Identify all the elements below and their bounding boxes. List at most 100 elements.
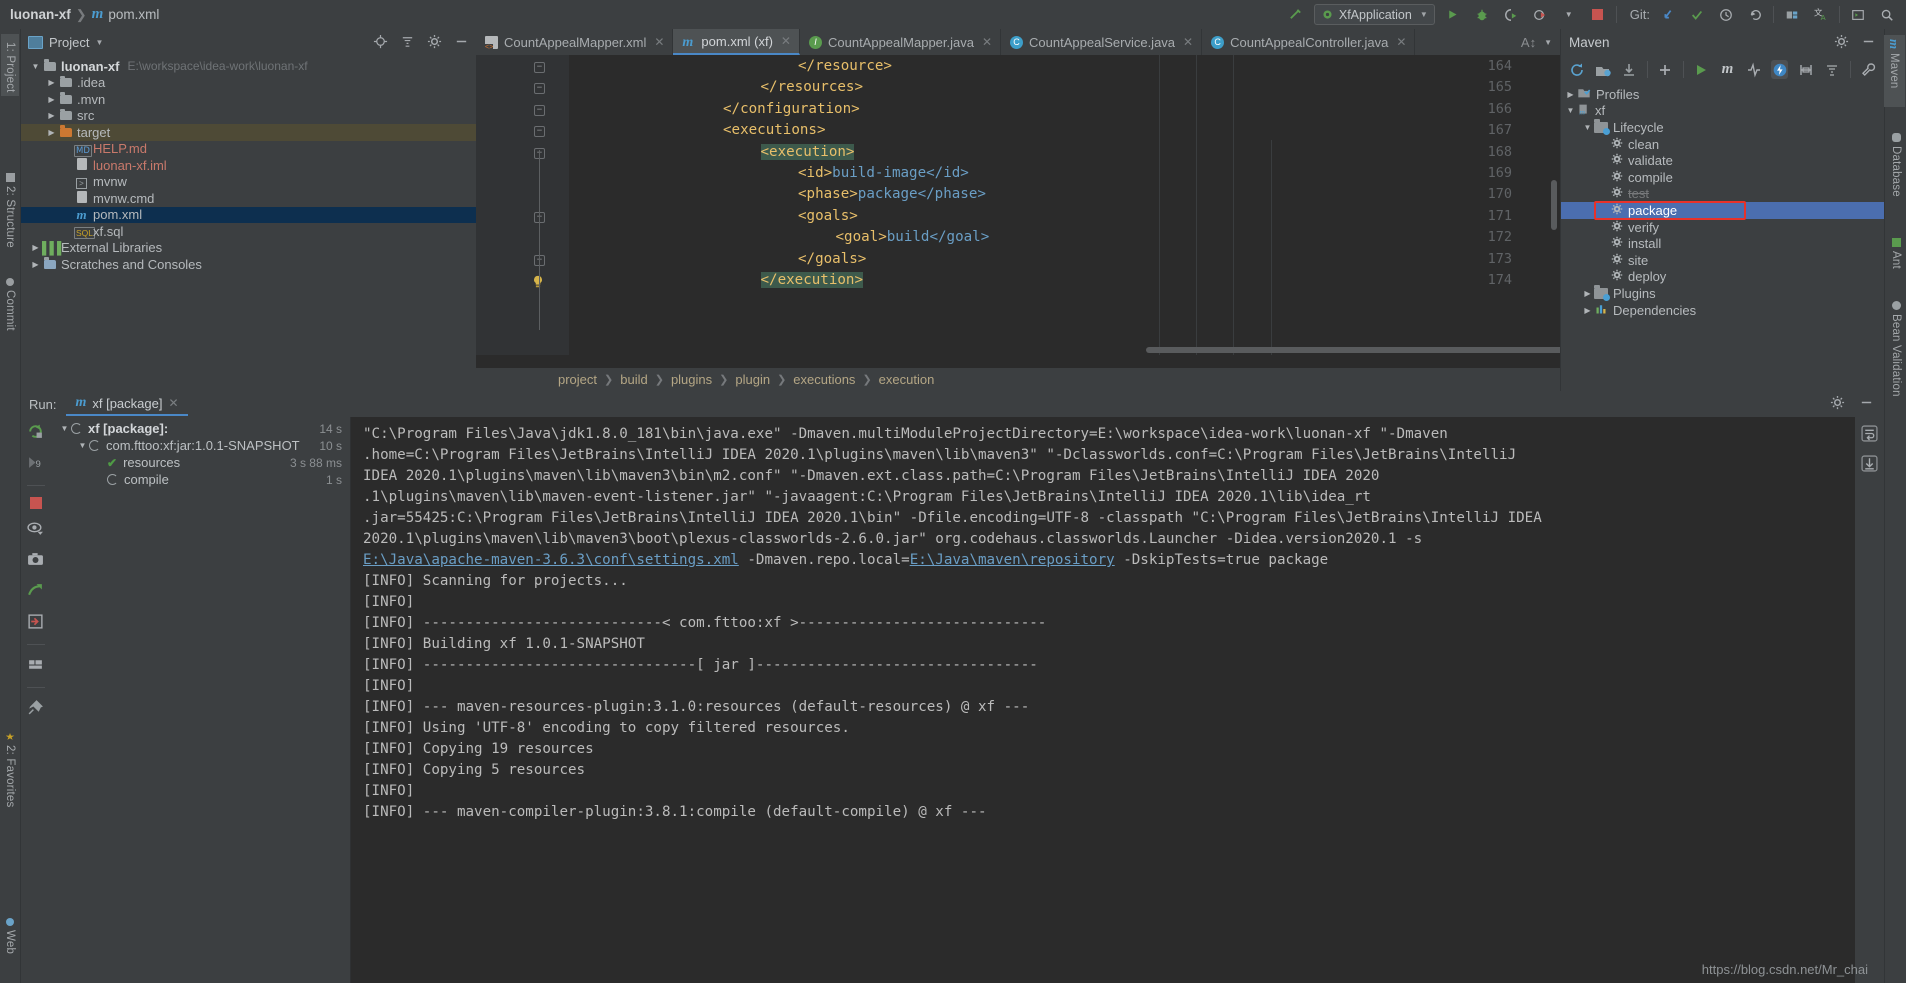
code-line[interactable]: </resource>: [573, 58, 892, 74]
search-icon[interactable]: [1876, 4, 1898, 26]
add-icon[interactable]: [1657, 60, 1674, 79]
print-icon[interactable]: [27, 656, 44, 676]
sidebar-item-favorites[interactable]: 2: Favorites: [1, 729, 19, 811]
export-thread-icon[interactable]: [27, 582, 44, 602]
maven-tree-item[interactable]: package: [1561, 201, 1884, 221]
terminal-icon[interactable]: [1847, 4, 1869, 26]
editor-tab-strip[interactable]: CountAppealMapper.xml ✕ m pom.xml (xf) ✕ I Cou…: [476, 29, 1560, 55]
project-tree-item[interactable]: ▶ ▌▌▌ External Libraries: [21, 240, 476, 257]
chevron-down-icon[interactable]: ▼: [1558, 4, 1580, 26]
editor-tab[interactable]: C CountAppealController.java ✕: [1202, 29, 1416, 55]
fold-toggle-icon[interactable]: −: [534, 83, 545, 95]
close-icon[interactable]: ✕: [982, 35, 992, 49]
breadcrumb-file[interactable]: pom.xml: [108, 7, 159, 22]
tree-expander-icon[interactable]: ▶: [45, 111, 58, 120]
sidebar-item-project[interactable]: 1: Project: [1, 34, 19, 96]
project-tree-item[interactable]: ▶ luonan-xf.iml: [21, 157, 476, 174]
reload-icon[interactable]: [1568, 60, 1585, 79]
editor-breadcrumb-item[interactable]: executions: [793, 372, 855, 387]
close-icon[interactable]: ✕: [1396, 35, 1406, 49]
code-line[interactable]: <execution>: [573, 143, 855, 160]
stop-icon[interactable]: [29, 497, 42, 509]
tree-expander-icon[interactable]: ▶: [29, 243, 42, 252]
project-tree-item[interactable]: ▶ mvnw.cmd: [21, 190, 476, 207]
editor-breadcrumb-item[interactable]: project: [558, 372, 597, 387]
breadcrumb-project[interactable]: luonan-xf: [10, 7, 71, 22]
code-line[interactable]: </execution>: [573, 272, 863, 288]
rerun-failed-icon[interactable]: 9: [27, 454, 44, 474]
tree-expander-icon[interactable]: ▶: [61, 144, 74, 153]
tree-expander-icon[interactable]: ▶: [1581, 306, 1594, 315]
tree-expander-icon[interactable]: ▶: [94, 475, 107, 484]
settings-xml-link[interactable]: E:\Java\apache-maven-3.6.3\conf\settings…: [363, 552, 739, 568]
close-icon[interactable]: ✕: [654, 35, 664, 49]
settings-gear-icon[interactable]: [1834, 34, 1849, 52]
tree-expander-icon[interactable]: ▶: [1581, 289, 1594, 298]
editor-breadcrumb-item[interactable]: plugins: [671, 372, 712, 387]
code-line[interactable]: <id>build-image</id>: [573, 165, 969, 181]
run-button[interactable]: [1442, 4, 1464, 26]
editor-tab[interactable]: m pom.xml (xf) ✕: [673, 29, 800, 55]
editor-gutter[interactable]: [476, 55, 569, 355]
tree-expander-icon[interactable]: ▶: [61, 194, 74, 203]
sidebar-item-commit[interactable]: Commit: [1, 274, 19, 337]
git-update-icon[interactable]: [1657, 4, 1679, 26]
project-tree-item[interactable]: ▶MDHELP.md: [21, 141, 476, 158]
code-line[interactable]: <goal>build</goal>: [573, 229, 990, 245]
toggle-offline-icon[interactable]: [1771, 60, 1789, 79]
maven-tree-item[interactable]: install: [1561, 235, 1884, 252]
editor-vertical-scrollbar[interactable]: [1551, 180, 1557, 230]
maven-tree-item[interactable]: site: [1561, 252, 1884, 269]
project-tree-item[interactable]: ▶ src: [21, 108, 476, 125]
tree-expander-icon[interactable]: ▶: [61, 177, 74, 186]
export-output-icon[interactable]: [27, 613, 44, 633]
chevron-down-icon[interactable]: ▼: [1544, 38, 1552, 47]
pin-icon[interactable]: [27, 699, 44, 719]
project-tree-item[interactable]: ▶>mvnw: [21, 174, 476, 191]
maven-tree-item[interactable]: ▼ m xf: [1561, 103, 1884, 120]
debug-button[interactable]: [1471, 4, 1493, 26]
maven-tree[interactable]: ▶ Profiles ▼ m xf ▼ Lifecycle clean validate comp…: [1561, 83, 1884, 318]
scroll-to-end-icon[interactable]: [1861, 455, 1878, 475]
maven-tree-item[interactable]: compile: [1561, 169, 1884, 186]
tree-expander-icon[interactable]: ▼: [1581, 123, 1594, 132]
run-console-output[interactable]: "C:\Program Files\Java\jdk1.8.0_181\bin\…: [351, 417, 1884, 983]
maven-tree-item[interactable]: clean: [1561, 136, 1884, 153]
editor-horizontal-scrollbar[interactable]: [1146, 347, 1560, 353]
tree-expander-icon[interactable]: ▼: [29, 62, 42, 71]
sidebar-item-structure[interactable]: 2: Structure: [1, 169, 19, 253]
toggle-skip-tests-icon[interactable]: [1745, 60, 1762, 79]
run-with-coverage-icon[interactable]: [1500, 4, 1522, 26]
code-line[interactable]: </resources>: [573, 79, 864, 95]
fold-toggle-icon[interactable]: −: [534, 62, 545, 73]
maven-tree-item[interactable]: test: [1561, 186, 1884, 203]
settings-gear-icon[interactable]: [1830, 395, 1845, 413]
sidebar-item-web[interactable]: Web: [1, 914, 19, 958]
run-maven-goal-icon[interactable]: [1693, 60, 1710, 79]
maven-repository-link[interactable]: E:\Java\maven\repository: [910, 552, 1115, 568]
code-line[interactable]: </goals>: [573, 251, 866, 267]
sidebar-item-bean-validation[interactable]: Bean Validation: [1887, 297, 1905, 415]
project-tree-item[interactable]: ▶SQLxf.sql: [21, 223, 476, 240]
project-tree[interactable]: ▼ luonan-xf E:\workspace\idea-work\luonan-…: [21, 56, 476, 273]
settings-gear-icon[interactable]: [427, 34, 442, 52]
code-line[interactable]: </configuration>: [573, 101, 860, 117]
tree-expander-icon[interactable]: ▶: [45, 95, 58, 104]
maven-tree-item[interactable]: deploy: [1561, 269, 1884, 286]
soft-wrap-icon[interactable]: [1861, 425, 1878, 445]
run-tree-item[interactable]: ▼ xf [package]: 14 s: [50, 420, 350, 437]
camera-snapshot-icon[interactable]: [27, 551, 44, 571]
project-tree-item[interactable]: ▶ .idea: [21, 75, 476, 92]
tree-expander-icon[interactable]: ▶: [45, 128, 58, 137]
maven-tree-item[interactable]: ▼ Lifecycle: [1561, 119, 1884, 136]
sidebar-item-database[interactable]: Database: [1887, 129, 1905, 217]
profile-icon[interactable]: [1529, 4, 1551, 26]
close-icon[interactable]: ✕: [781, 34, 791, 48]
editor-breadcrumb-bar[interactable]: project ❯ build ❯ plugins ❯ plugin ❯ executions ❯…: [476, 368, 1560, 391]
hide-panel-icon[interactable]: [454, 34, 469, 52]
tree-expander-icon[interactable]: ▼: [76, 441, 89, 450]
maven-tree-item[interactable]: ▶ Profiles: [1561, 86, 1884, 103]
editor-tab[interactable]: I CountAppealMapper.java ✕: [800, 29, 1002, 55]
run-tab-xf-package[interactable]: m xf [package] ✕: [66, 392, 188, 416]
project-tree-item[interactable]: ▶ .mvn: [21, 91, 476, 108]
